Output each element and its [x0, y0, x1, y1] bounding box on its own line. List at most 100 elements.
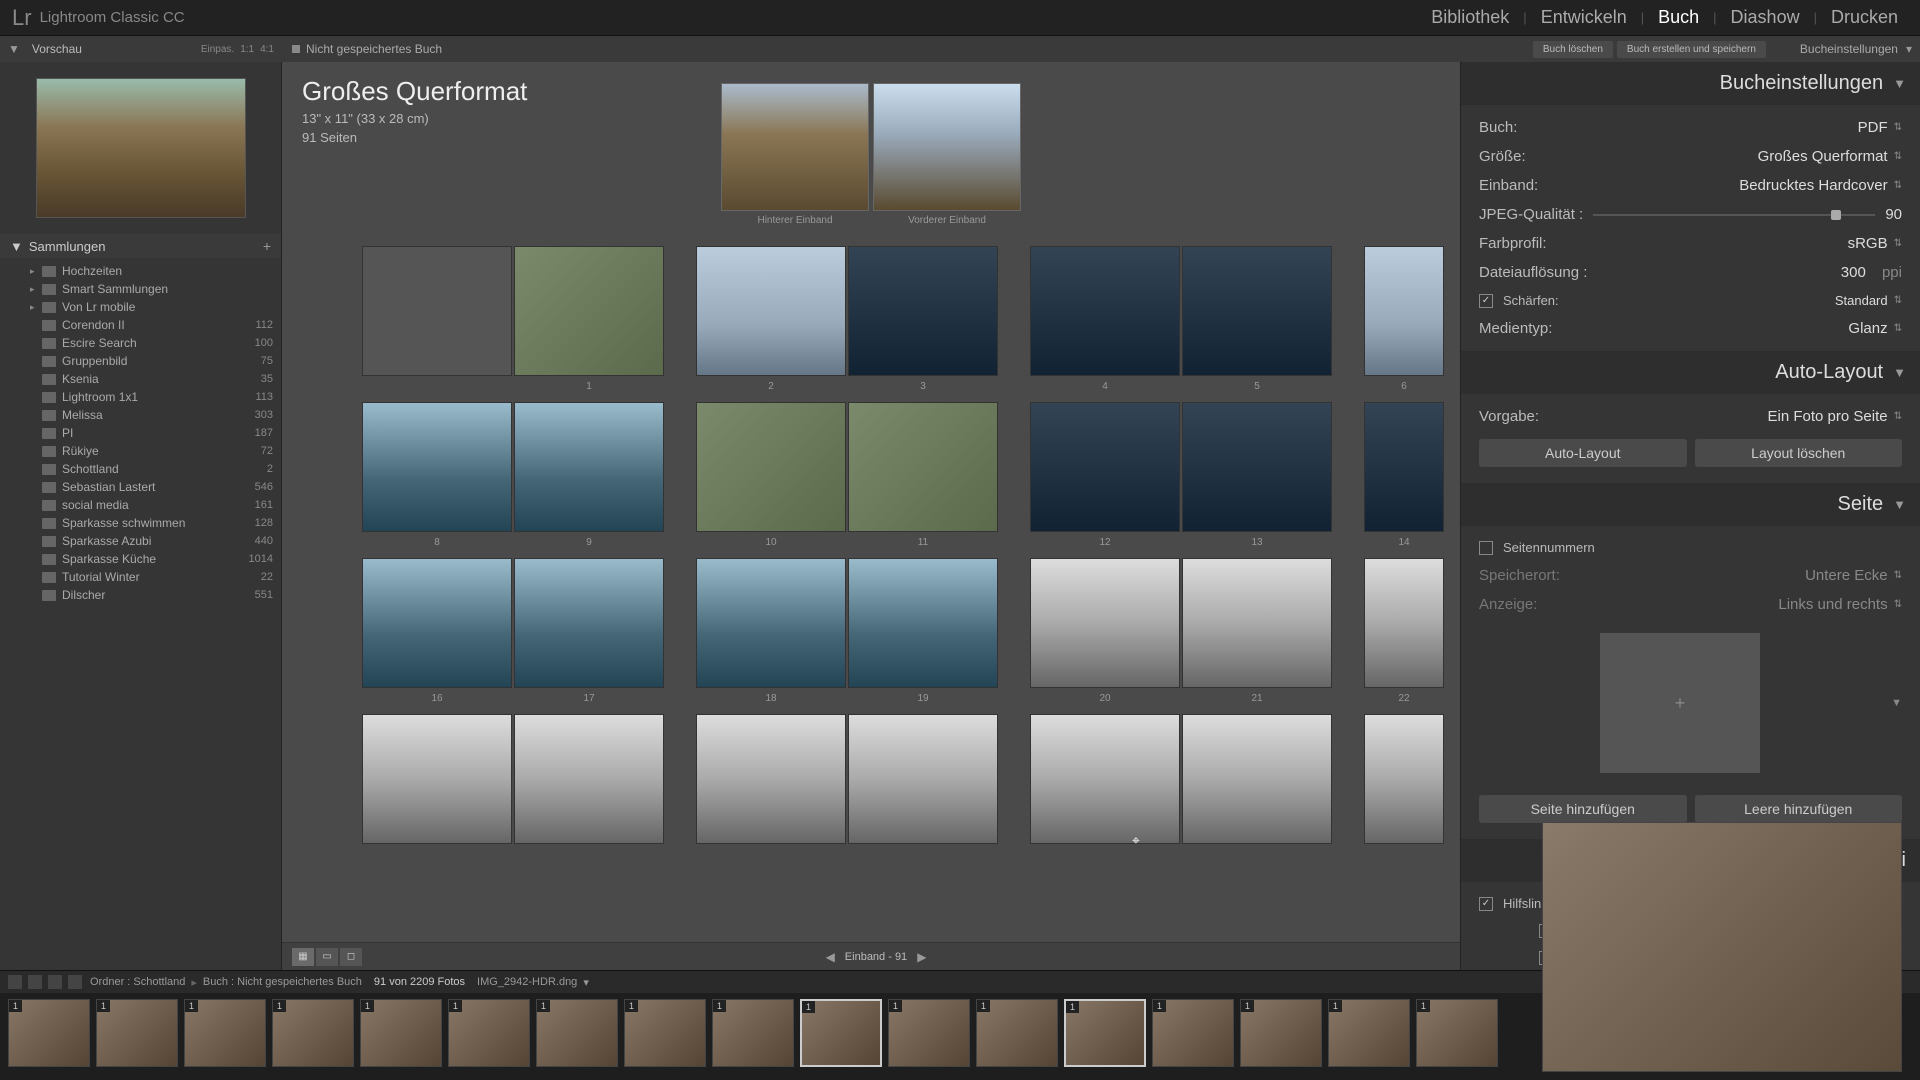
- jpeg-quality-slider[interactable]: [1593, 214, 1875, 216]
- module-slideshow[interactable]: Diashow: [1721, 3, 1810, 32]
- add-blank-button[interactable]: Leere hinzufügen: [1695, 795, 1903, 823]
- module-develop[interactable]: Entwickeln: [1531, 3, 1637, 32]
- filmstrip-view-icon[interactable]: [8, 975, 22, 989]
- zoom-1-1[interactable]: 1:1: [240, 44, 254, 55]
- book-page[interactable]: [848, 246, 998, 376]
- autolayout-clear-button[interactable]: Layout löschen: [1695, 439, 1903, 467]
- add-collection-button[interactable]: +: [263, 238, 271, 254]
- show-guides-checkbox[interactable]: ✓: [1479, 897, 1493, 911]
- book-page[interactable]: [1364, 246, 1444, 376]
- collection-item[interactable]: Rükiye72: [0, 442, 281, 460]
- collection-item[interactable]: Sparkasse Azubi440: [0, 532, 281, 550]
- collection-item[interactable]: Schottland2: [0, 460, 281, 478]
- collection-item[interactable]: social media161: [0, 496, 281, 514]
- collection-item[interactable]: Gruppenbild75: [0, 352, 281, 370]
- filmstrip-thumb[interactable]: 1: [624, 999, 706, 1067]
- filmstrip-thumb[interactable]: 1: [8, 999, 90, 1067]
- book-page[interactable]: [696, 246, 846, 376]
- book-page[interactable]: [362, 402, 512, 532]
- collection-item[interactable]: ▸Von Lr mobile: [0, 298, 281, 316]
- chevron-down-icon[interactable]: ▼: [1893, 365, 1906, 380]
- book-page[interactable]: [1030, 402, 1180, 532]
- collections-header[interactable]: ▼ Sammlungen +: [0, 234, 281, 258]
- media-type-dropdown[interactable]: Glanz⇅: [1848, 320, 1902, 337]
- collection-item[interactable]: Melissa303: [0, 406, 281, 424]
- collection-item[interactable]: Escire Search100: [0, 334, 281, 352]
- collection-item[interactable]: Corendon II112: [0, 316, 281, 334]
- collection-item[interactable]: Sebastian Lastert546: [0, 478, 281, 496]
- book-page[interactable]: [514, 246, 664, 376]
- autolayout-apply-button[interactable]: Auto-Layout: [1479, 439, 1687, 467]
- book-page[interactable]: [514, 558, 664, 688]
- pages-scroll-area[interactable]: 1 2 3 4 5 6 8: [282, 226, 1460, 942]
- book-page[interactable]: [1182, 402, 1332, 532]
- view-grid-button[interactable]: ▦: [292, 948, 314, 966]
- book-page[interactable]: [1182, 558, 1332, 688]
- collection-item[interactable]: ▸Smart Sammlungen: [0, 280, 281, 298]
- layout-picker-button[interactable]: ▼: [1891, 697, 1902, 709]
- collection-item[interactable]: Dilscher551: [0, 586, 281, 604]
- book-page[interactable]: [1182, 246, 1332, 376]
- front-cover[interactable]: [873, 83, 1021, 211]
- preview-collapse-icon[interactable]: ▼: [8, 42, 20, 56]
- filmstrip-thumb[interactable]: 1: [888, 999, 970, 1067]
- filmstrip-breadcrumb[interactable]: Ordner : Schottland ▸ Buch : Nicht gespe…: [90, 976, 589, 989]
- collection-item[interactable]: Sparkasse schwimmen128: [0, 514, 281, 532]
- book-page[interactable]: [848, 402, 998, 532]
- collection-item[interactable]: Sparkasse Küche1014: [0, 550, 281, 568]
- book-page[interactable]: [1364, 402, 1444, 532]
- filmstrip-thumb[interactable]: 1: [1152, 999, 1234, 1067]
- book-page[interactable]: [848, 558, 998, 688]
- book-page[interactable]: [1364, 558, 1444, 688]
- settings-section-header[interactable]: Bucheinstellungen▼: [1461, 62, 1920, 105]
- book-page[interactable]: [696, 714, 846, 844]
- module-book[interactable]: Buch: [1648, 3, 1709, 32]
- next-page-button[interactable]: ▶: [917, 950, 926, 964]
- sharpen-checkbox[interactable]: ✓: [1479, 294, 1493, 308]
- file-resolution-input[interactable]: 300 ppi: [1841, 264, 1902, 281]
- page-section-header[interactable]: Seite▼: [1461, 483, 1920, 526]
- size-dropdown[interactable]: Großes Querformat⇅: [1758, 148, 1902, 165]
- module-library[interactable]: Bibliothek: [1421, 3, 1519, 32]
- filmstrip-grid-icon[interactable]: [28, 975, 42, 989]
- filmstrip-thumb[interactable]: 1: [1240, 999, 1322, 1067]
- book-page[interactable]: [848, 714, 998, 844]
- prev-page-button[interactable]: ◀: [826, 950, 835, 964]
- book-page[interactable]: [362, 714, 512, 844]
- filmstrip-thumb[interactable]: 1: [96, 999, 178, 1067]
- book-page[interactable]: [1364, 714, 1444, 844]
- module-print[interactable]: Drucken: [1821, 3, 1908, 32]
- filmstrip-thumb[interactable]: 1: [800, 999, 882, 1067]
- filmstrip-thumb[interactable]: 1: [1328, 999, 1410, 1067]
- preset-dropdown[interactable]: Ein Foto pro Seite⇅: [1768, 408, 1902, 425]
- book-page[interactable]: [1030, 558, 1180, 688]
- collection-item[interactable]: PI187: [0, 424, 281, 442]
- collections-collapse-icon[interactable]: ▼: [10, 239, 23, 254]
- page-numbers-checkbox[interactable]: [1479, 541, 1493, 555]
- book-page[interactable]: [1030, 246, 1180, 376]
- filmstrip-thumb[interactable]: 1: [448, 999, 530, 1067]
- collection-item[interactable]: Tutorial Winter22: [0, 568, 281, 586]
- zoom-fit[interactable]: Einpas.: [201, 44, 234, 55]
- book-page[interactable]: [1182, 714, 1332, 844]
- book-page[interactable]: [696, 558, 846, 688]
- book-page[interactable]: [1030, 714, 1180, 844]
- book-type-dropdown[interactable]: PDF⇅: [1858, 119, 1902, 136]
- collection-item[interactable]: ▸Hochzeiten: [0, 262, 281, 280]
- collection-item[interactable]: Ksenia35: [0, 370, 281, 388]
- add-page-button[interactable]: Seite hinzufügen: [1479, 795, 1687, 823]
- cover-dropdown[interactable]: Bedrucktes Hardcover⇅: [1739, 177, 1902, 194]
- chevron-down-icon[interactable]: ▾: [1906, 42, 1912, 56]
- preview-image[interactable]: [36, 78, 246, 218]
- sharpen-dropdown[interactable]: Standard⇅: [1835, 293, 1902, 308]
- view-spread-button[interactable]: ▭: [316, 948, 338, 966]
- book-settings-link[interactable]: Bucheinstellungen: [1800, 42, 1898, 56]
- collection-item[interactable]: Lightroom 1x1113: [0, 388, 281, 406]
- chevron-down-icon[interactable]: ▼: [1893, 497, 1906, 512]
- back-cover[interactable]: [721, 83, 869, 211]
- clear-book-button[interactable]: Buch löschen: [1533, 41, 1613, 58]
- filmstrip-thumb[interactable]: 1: [976, 999, 1058, 1067]
- book-page[interactable]: [362, 246, 512, 376]
- filmstrip-thumb[interactable]: 1: [1416, 999, 1498, 1067]
- filmstrip-thumb[interactable]: 1: [184, 999, 266, 1067]
